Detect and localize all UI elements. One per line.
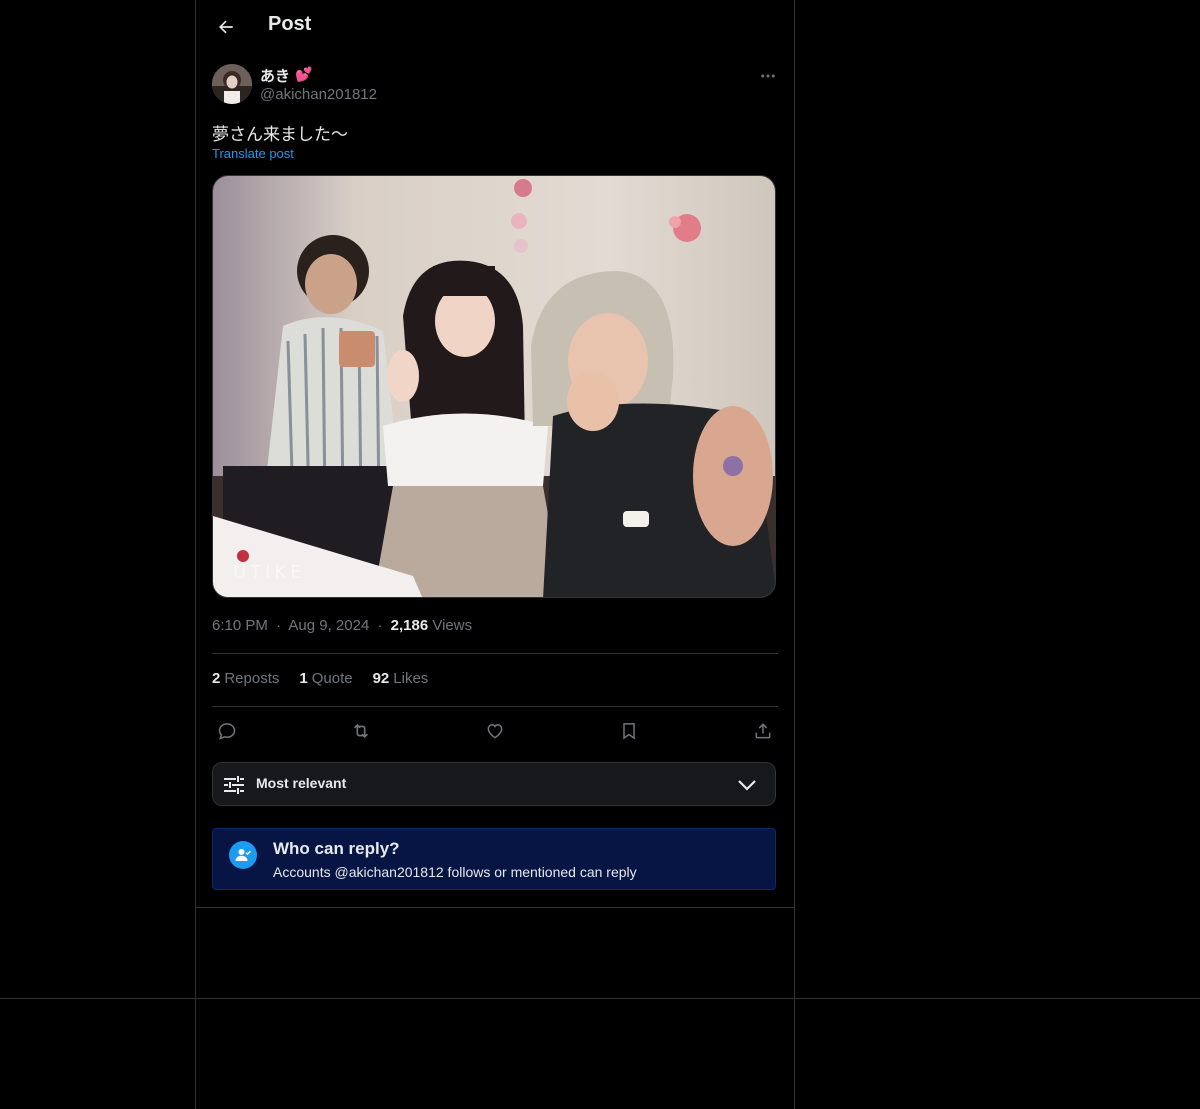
likes-count: 92 bbox=[372, 670, 390, 687]
bookmark-button[interactable] bbox=[614, 716, 644, 746]
divider bbox=[196, 907, 794, 908]
bookmark-icon bbox=[623, 723, 635, 740]
reply-sort-dropdown[interactable]: Most relevant bbox=[212, 762, 776, 806]
likes-stat[interactable]: 92 Likes bbox=[373, 670, 429, 687]
post-time[interactable]: 6:10 PM bbox=[212, 617, 268, 634]
person-check-icon bbox=[229, 841, 257, 869]
avatar[interactable] bbox=[212, 64, 252, 104]
more-icon bbox=[761, 74, 775, 78]
separator: · bbox=[276, 617, 282, 634]
quotes-stat[interactable]: 1 Quote bbox=[299, 670, 352, 687]
page-title: Post bbox=[268, 13, 312, 35]
reposts-label: Reposts bbox=[224, 670, 280, 687]
reposts-count: 2 bbox=[212, 670, 221, 687]
quotes-count: 1 bbox=[299, 670, 308, 687]
repost-button[interactable] bbox=[346, 716, 376, 746]
like-icon bbox=[487, 723, 503, 739]
author-handle[interactable]: @akichan201812 bbox=[260, 86, 377, 103]
arrow-left-icon bbox=[219, 20, 233, 34]
chevron-down-icon bbox=[738, 780, 756, 791]
more-button[interactable] bbox=[756, 64, 780, 88]
share-icon bbox=[755, 723, 771, 739]
reply-restriction-notice: Who can reply? Accounts @akichan201812 f… bbox=[212, 828, 776, 890]
post-meta: 6:10 PM · Aug 9, 2024 · 2,186 Views bbox=[212, 617, 472, 634]
action-bar bbox=[212, 716, 776, 746]
back-button[interactable] bbox=[208, 9, 244, 45]
engagement-stats: 2 Reposts 1 Quote 92 Likes bbox=[212, 670, 428, 687]
heart-emoji: 💕 bbox=[295, 67, 313, 83]
reply-restriction-subtitle: Accounts @akichan201812 follows or menti… bbox=[273, 864, 637, 880]
avatar-image bbox=[212, 64, 252, 104]
photo-watermark: UTIKE bbox=[233, 562, 306, 583]
repost-icon bbox=[353, 723, 369, 739]
author-name[interactable]: あき 💕 bbox=[260, 64, 312, 86]
reply-restriction-title: Who can reply? bbox=[273, 839, 400, 858]
translate-post-link[interactable]: Translate post bbox=[212, 146, 294, 161]
share-button[interactable] bbox=[748, 716, 778, 746]
reply-button[interactable] bbox=[212, 716, 242, 746]
like-button[interactable] bbox=[480, 716, 510, 746]
sort-label: Most relevant bbox=[256, 775, 347, 791]
divider bbox=[212, 653, 778, 654]
display-name-text: あき bbox=[260, 66, 291, 85]
views-label: Views bbox=[432, 617, 473, 634]
post-photo[interactable]: UTIKE bbox=[212, 175, 776, 598]
post-text: 夢さん来ました〜 bbox=[212, 125, 348, 145]
reply-icon bbox=[218, 723, 236, 740]
quotes-label: Quote bbox=[311, 670, 353, 687]
post-date[interactable]: Aug 9, 2024 bbox=[288, 617, 369, 634]
divider bbox=[212, 706, 778, 707]
reposts-stat[interactable]: 2 Reposts bbox=[212, 670, 279, 687]
sliders-icon bbox=[224, 776, 244, 794]
header: Post bbox=[196, 0, 794, 54]
main-column: Post あき 💕 @akichan201812 夢さん来ました〜 Transl… bbox=[195, 0, 795, 1109]
page-divider bbox=[0, 998, 1200, 999]
views-count: 2,186 bbox=[390, 617, 429, 634]
photo-image: UTIKE bbox=[213, 176, 775, 597]
separator: · bbox=[377, 617, 383, 634]
likes-label: Likes bbox=[393, 670, 429, 687]
